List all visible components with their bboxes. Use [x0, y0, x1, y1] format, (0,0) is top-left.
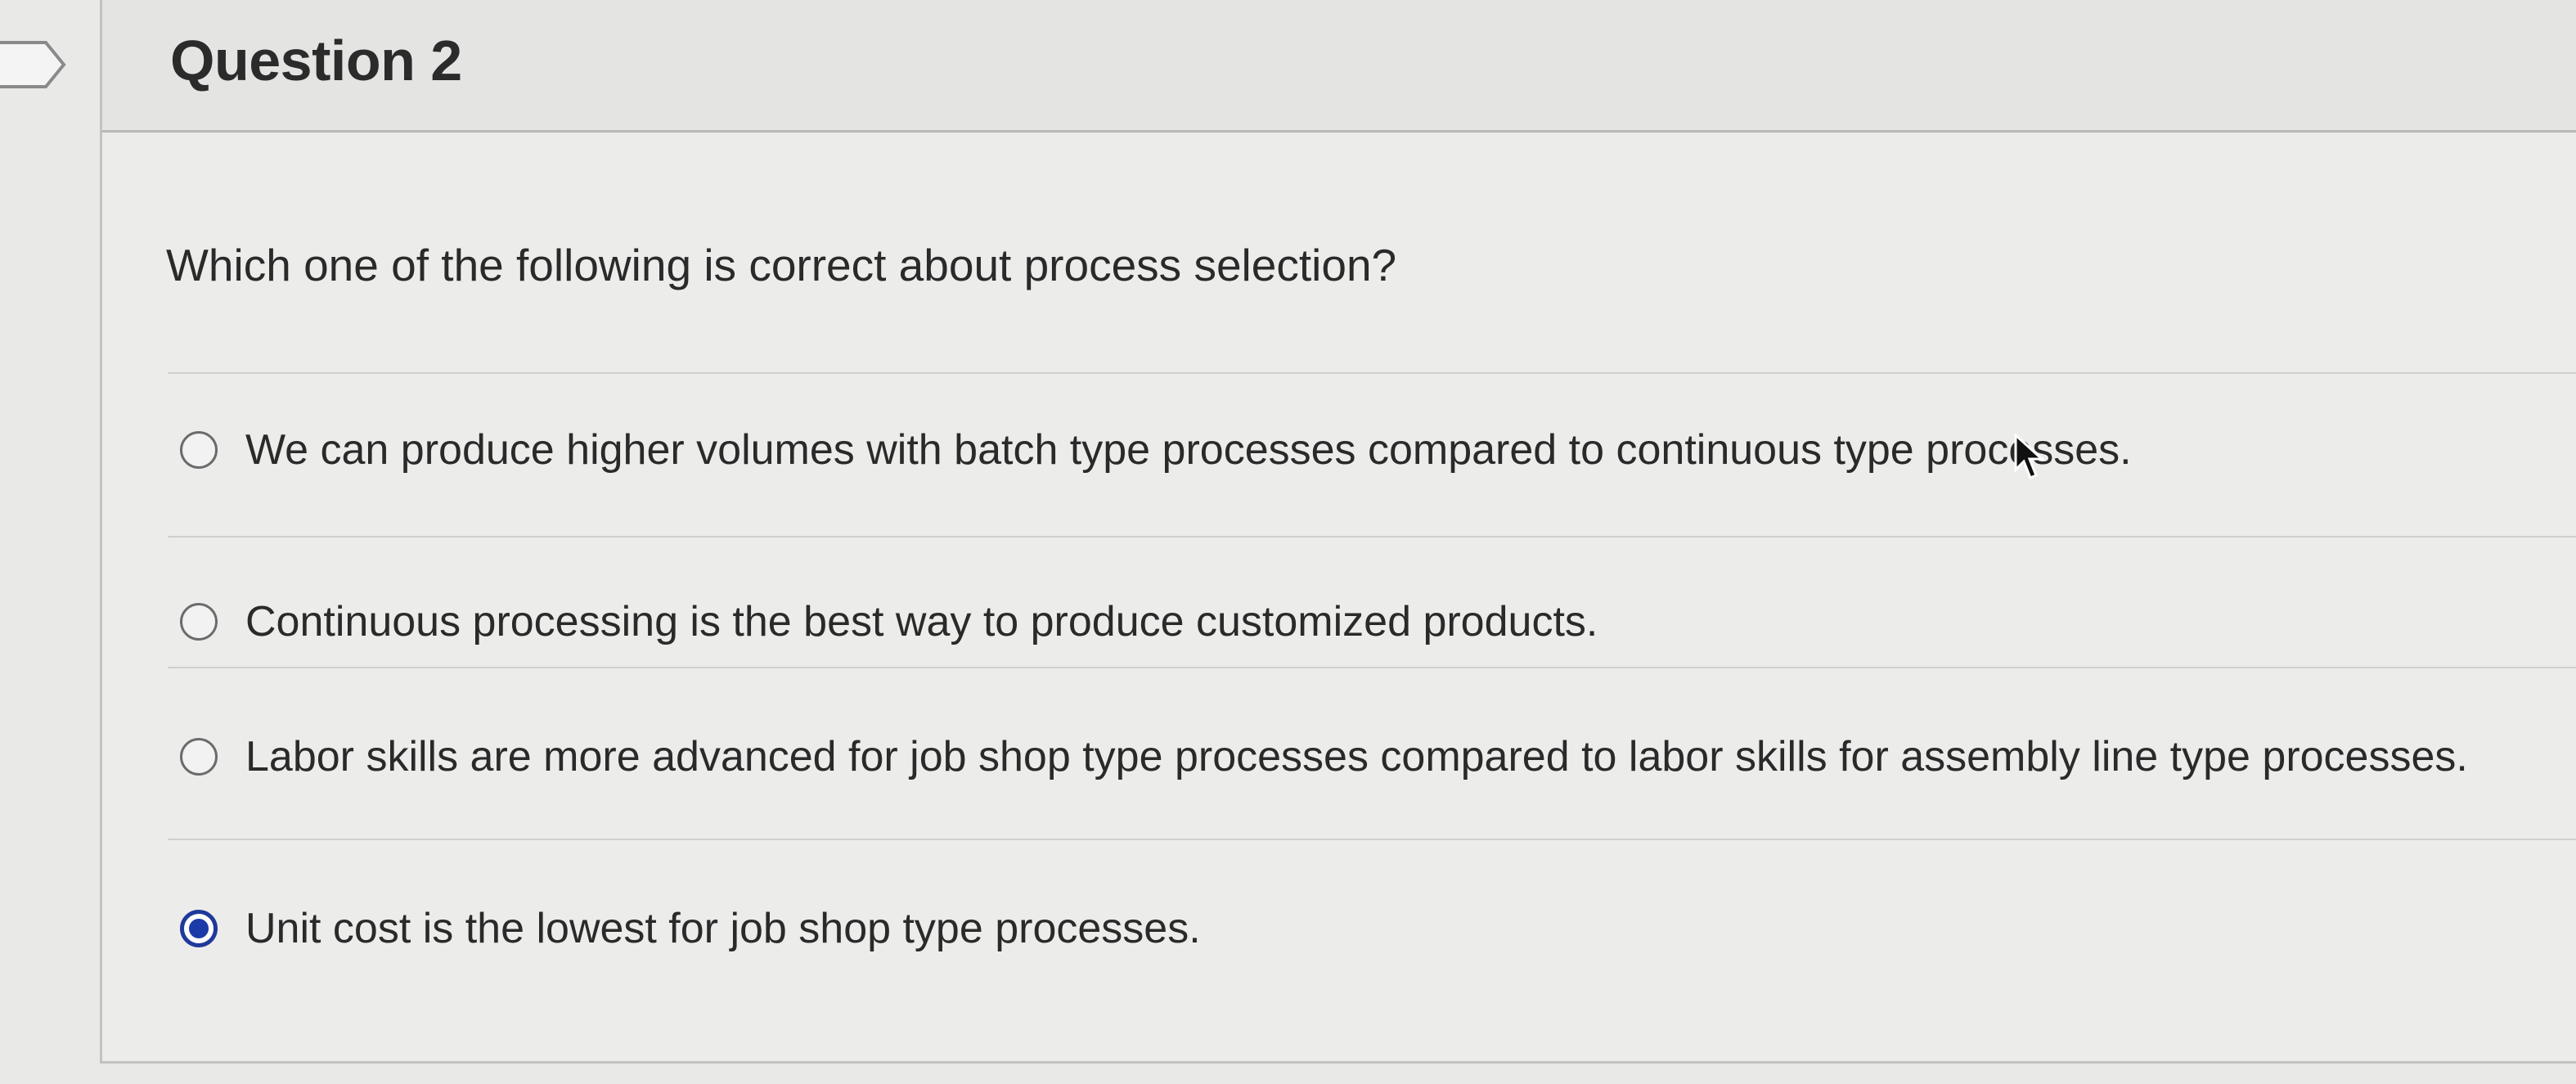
divider — [168, 372, 2576, 374]
divider — [168, 667, 2576, 668]
radio-button-selected[interactable] — [180, 910, 218, 947]
answer-option-4[interactable]: Unit cost is the lowest for job shop typ… — [180, 896, 1201, 961]
answer-option-label[interactable]: Labor skills are more advanced for job s… — [245, 732, 2468, 781]
radio-button[interactable] — [180, 603, 218, 641]
answer-option-3[interactable]: Labor skills are more advanced for job s… — [180, 724, 2468, 789]
radio-button[interactable] — [180, 431, 218, 469]
question-prompt: Which one of the following is correct ab… — [166, 240, 1397, 290]
question-title: Question 2 — [170, 29, 462, 92]
question-left-border — [100, 0, 102, 1064]
question-header — [100, 0, 2576, 133]
answer-option-2[interactable]: Continuous processing is the best way to… — [180, 589, 1598, 654]
radio-button[interactable] — [180, 738, 218, 776]
mouse-pointer-icon — [2014, 434, 2045, 479]
divider — [168, 536, 2576, 538]
answer-option-1[interactable]: We can produce higher volumes with batch… — [180, 417, 2132, 483]
answer-option-label[interactable]: Continuous processing is the best way to… — [245, 597, 1598, 646]
answer-option-label[interactable]: Unit cost is the lowest for job shop typ… — [245, 904, 1201, 953]
divider — [168, 839, 2576, 840]
answer-option-label[interactable]: We can produce higher volumes with batch… — [245, 425, 2132, 475]
bookmark-flag-icon[interactable] — [0, 39, 69, 90]
